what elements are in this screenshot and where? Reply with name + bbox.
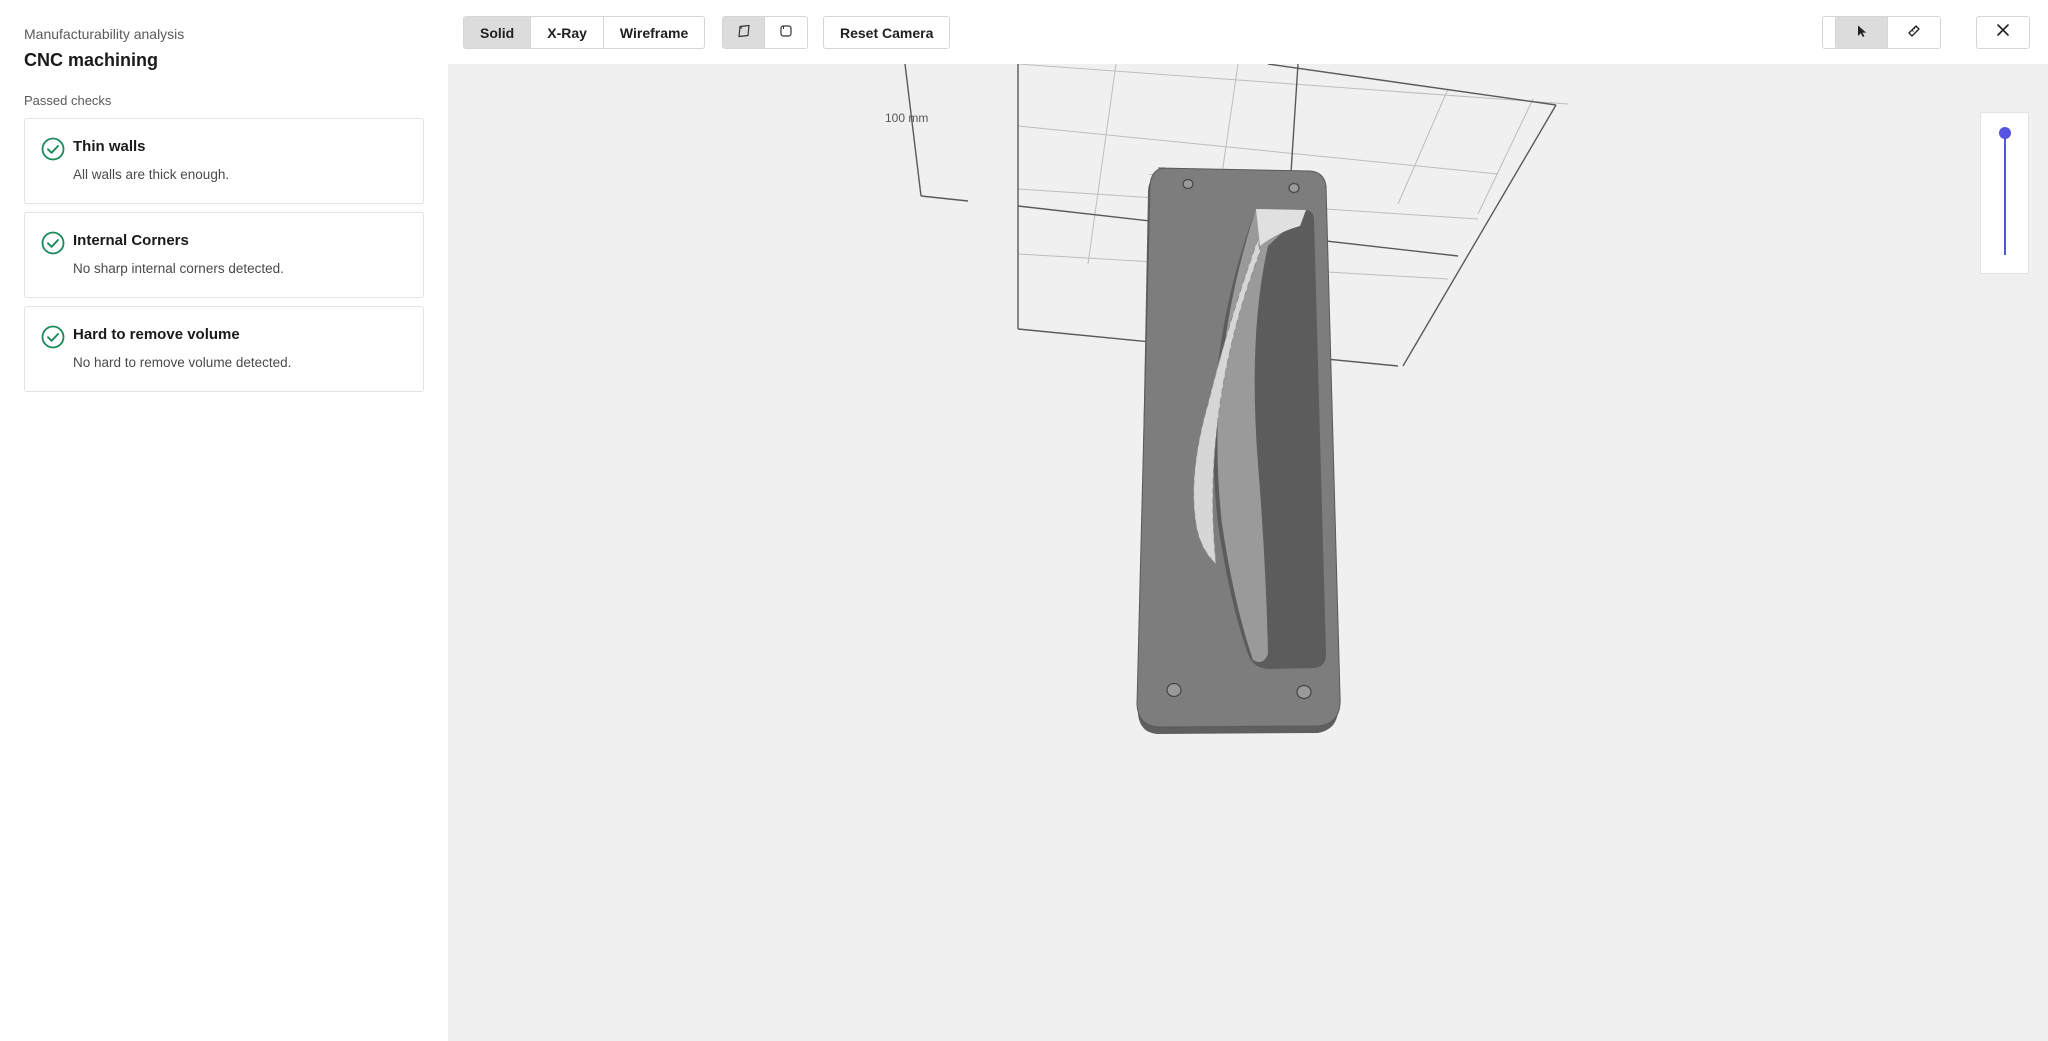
check-title: Internal Corners xyxy=(73,232,189,249)
model-viewport[interactable]: 100 mm xyxy=(448,64,2048,1041)
orthographic-button[interactable] xyxy=(765,17,807,48)
slider-track[interactable] xyxy=(2004,133,2006,255)
analysis-sidebar: Manufacturability analysis CNC machining… xyxy=(0,0,448,1041)
orthographic-cube-icon xyxy=(779,24,793,41)
section-slider[interactable] xyxy=(1980,112,2029,274)
perspective-cube-icon xyxy=(737,24,751,41)
view-mode-group: Solid X-Ray Wireframe xyxy=(463,16,706,49)
select-tool-button[interactable] xyxy=(1836,17,1888,48)
process-title: CNC machining xyxy=(24,50,159,70)
analysis-subtitle: Manufacturability analysis xyxy=(24,26,185,42)
passed-checks-label: Passed checks xyxy=(24,93,112,108)
close-button[interactable] xyxy=(1976,16,2030,49)
check-description: No sharp internal corners detected. xyxy=(73,261,284,276)
check-circle-icon xyxy=(41,231,65,255)
check-circle-icon xyxy=(41,325,65,349)
check-card-hard-to-remove-volume[interactable]: Hard to remove volume No hard to remove … xyxy=(24,306,424,392)
check-card-internal-corners[interactable]: Internal Corners No sharp internal corne… xyxy=(24,212,424,298)
slider-thumb[interactable] xyxy=(1999,127,2011,139)
reset-camera-group: Reset Camera xyxy=(823,16,951,49)
model-scene[interactable]: 100 mm xyxy=(448,64,2048,1041)
check-circle-icon xyxy=(41,137,65,161)
cursor-select-icon xyxy=(1855,24,1869,41)
check-description: No hard to remove volume detected. xyxy=(73,355,292,370)
viewer-toolbar: Solid X-Ray Wireframe Reset Camera xyxy=(448,0,2048,64)
tool-group xyxy=(1835,16,1941,49)
wireframe-view-button[interactable]: Wireframe xyxy=(603,17,705,48)
scale-label: 100 mm xyxy=(885,111,928,125)
reset-camera-button[interactable]: Reset Camera xyxy=(824,17,950,48)
check-card-thin-walls[interactable]: Thin walls All walls are thick enough. xyxy=(24,118,424,204)
close-icon xyxy=(1996,23,2010,42)
perspective-button[interactable] xyxy=(723,17,765,48)
check-title: Hard to remove volume xyxy=(73,326,240,343)
xray-view-button[interactable]: X-Ray xyxy=(531,17,604,48)
check-description: All walls are thick enough. xyxy=(73,167,230,182)
ruler-measure-icon xyxy=(1907,24,1921,41)
check-title: Thin walls xyxy=(73,138,146,155)
app-root: Manufacturability analysis CNC machining… xyxy=(0,0,2048,1041)
check-list: Thin walls All walls are thick enough. I… xyxy=(24,118,424,392)
measure-tool-button[interactable] xyxy=(1888,17,1940,48)
solid-view-button[interactable]: Solid xyxy=(464,17,532,48)
projection-group xyxy=(722,16,808,49)
